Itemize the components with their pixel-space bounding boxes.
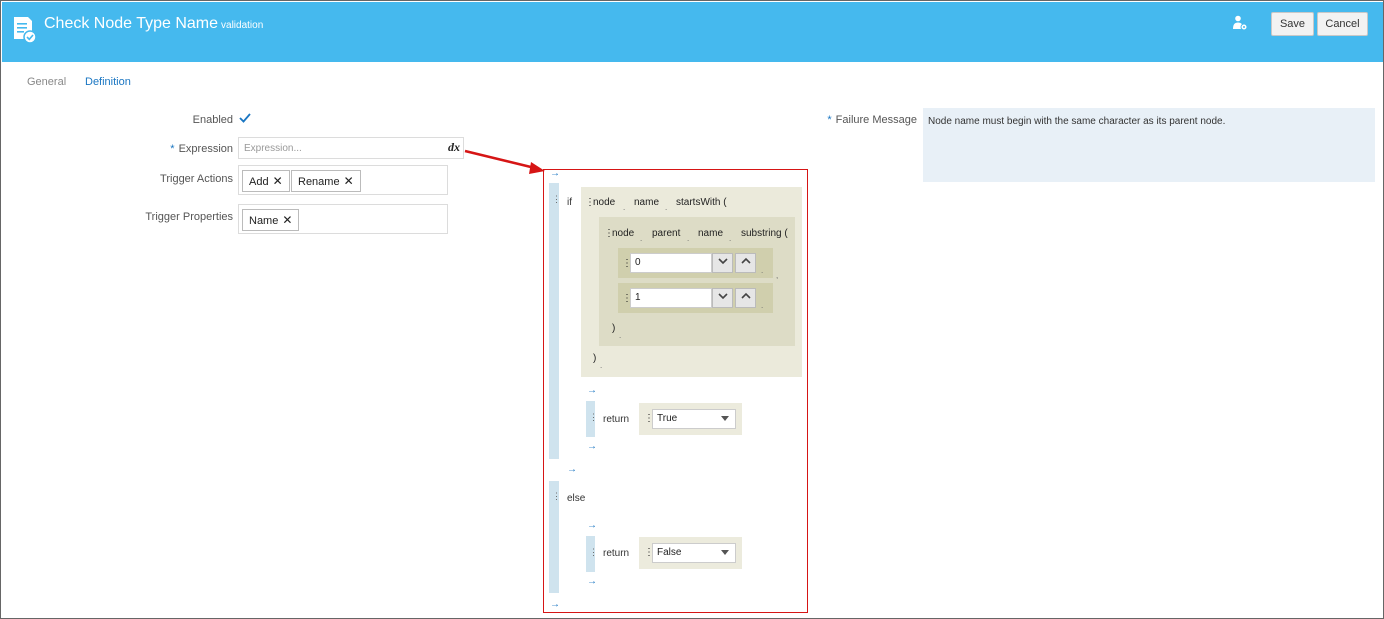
trigger-action-chip-rename: Rename ✕ [291,170,361,192]
token-substring[interactable]: substring ( [741,228,788,239]
failure-message-label-text: Failure Message [835,114,917,126]
chevron-down-icon [717,293,728,300]
expression-label: * Expression [170,143,233,155]
token-parent[interactable]: parent [652,228,680,239]
select-value: False [657,547,682,558]
chevron-down-icon [717,258,728,265]
token-name[interactable]: name [698,228,723,239]
return-keyword: return [603,548,630,559]
flow-arrow-icon: → [587,385,597,396]
failure-message-label: * Failure Message [827,114,917,126]
caret-down-icon [721,550,729,555]
increment-button[interactable] [735,253,756,273]
select-value: True [657,413,678,424]
chevron-up-icon [740,292,751,299]
inner-close-paren: ) [612,323,616,334]
if-return-select[interactable]: True [652,409,736,429]
trigger-properties-label: Trigger Properties [145,211,233,223]
flow-arrow-icon: → [550,599,560,610]
chevron-up-icon [740,257,751,264]
dot-separator: . [665,203,668,212]
substring-start-input[interactable]: 0 [630,253,712,273]
dot-separator: . [761,301,764,310]
substring-length-input[interactable]: 1 [630,288,712,308]
drag-handle-icon[interactable]: ⋮ [552,491,561,502]
remove-chip-icon[interactable]: ✕ [282,213,292,227]
tab-general[interactable]: General [27,76,66,88]
flow-arrow-icon: → [587,576,597,587]
dot-separator: . [619,331,622,340]
save-button[interactable]: Save [1271,12,1314,36]
decrement-button[interactable] [712,253,733,273]
callout-arrow [464,149,545,174]
dot-separator: . [761,266,764,275]
token-startswith[interactable]: startsWith ( [676,197,727,208]
dot-separator: . [600,361,603,370]
trigger-property-chip-name: Name ✕ [242,209,300,231]
app-window: Check Node Type Name validation Save Canc… [0,0,1384,619]
enabled-checkbox[interactable] [238,111,252,125]
failure-message-input[interactable]: Node name must begin with the same chara… [923,108,1375,182]
return-keyword: return [603,414,630,425]
page-title: Check Node Type Name validation [44,15,263,33]
chip-label: Rename [298,176,340,188]
chip-label: Name [249,215,279,227]
header-bar: Check Node Type Name validation Save Canc… [2,2,1383,62]
enabled-label: Enabled [192,114,233,126]
remove-chip-icon[interactable]: ✕ [273,174,283,188]
dot-separator: . [623,203,626,212]
page-subtitle: validation [221,20,264,31]
trigger-action-chip-add: Add ✕ [242,170,290,192]
user-settings-icon[interactable] [1232,15,1248,31]
token-node[interactable]: node [593,197,615,208]
validation-document-icon [14,17,37,44]
page-title-text: Check Node Type Name [44,15,219,32]
token-name[interactable]: name [634,197,659,208]
decrement-button[interactable] [712,288,733,308]
comma-separator: , [776,271,779,280]
trigger-actions-label: Trigger Actions [160,173,233,185]
else-return-select[interactable]: False [652,543,736,563]
drag-handle-icon[interactable]: ⋮ [552,194,561,205]
if-keyword: if [567,197,572,208]
chip-label: Add [249,176,269,188]
flow-arrow-icon: → [587,441,597,452]
if-branch-bar[interactable] [549,183,559,459]
else-keyword: else [567,493,586,504]
flow-arrow-icon: → [567,464,577,475]
flow-arrow-icon: → [550,168,560,179]
dot-separator: . [640,234,643,243]
expression-label-text: Expression [178,143,233,155]
caret-down-icon [721,416,729,421]
cancel-button[interactable]: Cancel [1317,12,1368,36]
token-node[interactable]: node [612,228,634,239]
increment-button[interactable] [735,288,756,308]
expression-input[interactable]: Expression... [238,137,464,159]
outer-close-paren: ) [593,353,597,364]
flow-arrow-icon: → [587,520,597,531]
expression-editor-button[interactable]: dx [448,140,460,155]
drag-handle-icon[interactable]: ⋮ [589,412,598,423]
drag-handle-icon[interactable]: ⋮ [589,547,598,558]
dot-separator: . [729,234,732,243]
remove-chip-icon[interactable]: ✕ [344,174,354,188]
dot-separator: . [687,234,690,243]
tab-definition[interactable]: Definition [85,76,131,88]
